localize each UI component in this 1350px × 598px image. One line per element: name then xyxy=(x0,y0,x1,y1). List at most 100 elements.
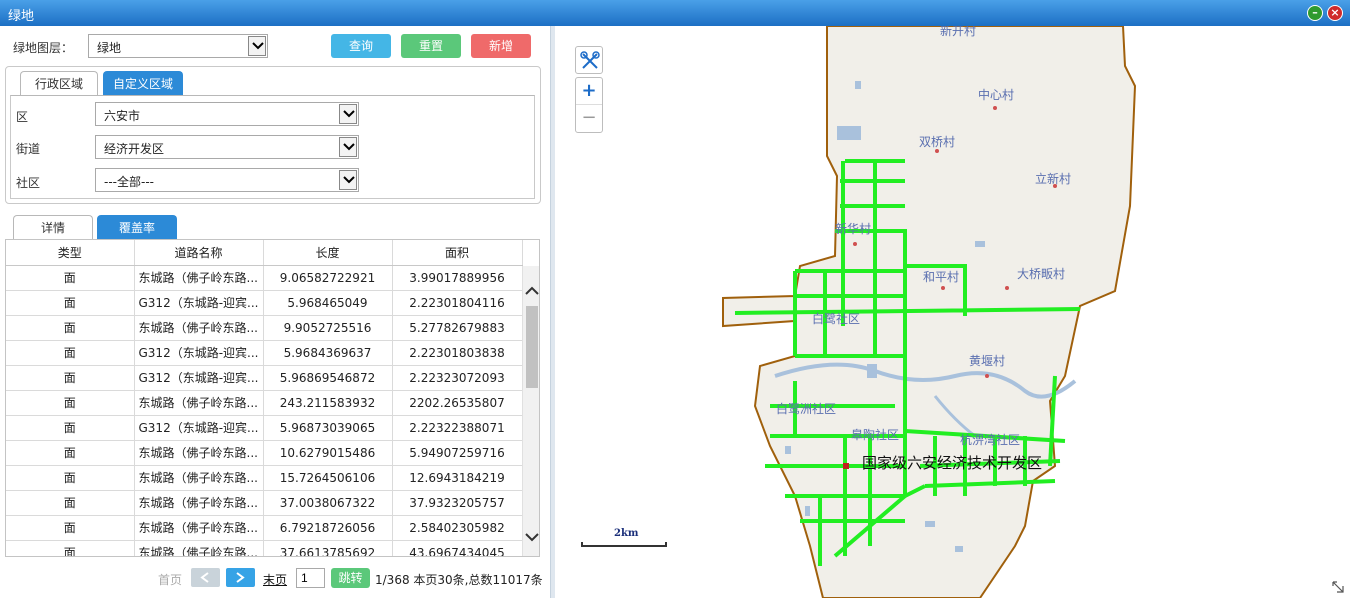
map-canvas xyxy=(722,26,1137,598)
tab-admin-region[interactable]: 行政区域 xyxy=(20,71,98,96)
table-body: 面东城路（佛子岭东路... 9.06582722921 3.99017889956 面… xyxy=(6,265,523,556)
row-type: 面 xyxy=(6,465,135,491)
scrollbar-thumb[interactable] xyxy=(526,306,538,388)
row-area: 12.6943184219 xyxy=(392,465,523,491)
row-road-name: G312（东城路-迎宾... xyxy=(134,340,264,366)
row-type: 面 xyxy=(6,515,135,541)
column-header-area[interactable]: 面积 xyxy=(392,240,523,266)
next-page-button[interactable] xyxy=(226,568,255,587)
tab-details[interactable]: 详情 xyxy=(13,215,93,240)
column-header-type[interactable]: 类型 xyxy=(6,240,135,266)
row-road-name: 东城路（佛子岭东路... xyxy=(134,490,264,516)
tab-custom-region[interactable]: 自定义区域 xyxy=(103,71,183,96)
zoom-control: + − xyxy=(575,77,603,133)
table-row[interactable]: 面 G312（东城路-迎宾... 5.96869546872 2.2232307209… xyxy=(6,365,523,391)
last-page-link[interactable]: 末页 xyxy=(263,571,287,588)
table-row[interactable]: 面东城路（佛子岭东路... 9.9052725516 5.27782679883 xyxy=(6,315,523,341)
query-button[interactable]: 查询 xyxy=(331,34,391,58)
table-row[interactable]: 面 G312（东城路-迎宾... 5.968465049 2.22301804116 xyxy=(6,290,523,316)
row-area: 5.94907259716 xyxy=(392,440,523,466)
row-length: 5.96873039065 xyxy=(263,415,393,441)
map-label-zhongxin: 中心村 xyxy=(978,88,1015,102)
tools-icon xyxy=(580,51,600,69)
row-road-name: 东城路（佛子岭东路... xyxy=(134,515,264,541)
street-select[interactable]: 经济开发区 xyxy=(95,135,359,159)
row-type: 面 xyxy=(6,440,135,466)
chevron-down-icon[interactable] xyxy=(523,528,539,546)
map-label-xinkai: 新开村 xyxy=(940,26,977,38)
column-header-road-name[interactable]: 道路名称 xyxy=(134,240,264,266)
table-row[interactable]: 面东城路（佛子岭东路... 9.06582722921 3.99017889956 xyxy=(6,265,523,291)
table-row[interactable]: 面东城路（佛子岭东路... 10.6279015486 5.94907259716 xyxy=(6,440,523,466)
zoom-in-button[interactable]: + xyxy=(576,78,602,105)
chevron-right-icon xyxy=(236,572,245,583)
map-view[interactable]: 新开村 中心村 双桥村 立新村 新华村 和平村 大桥畈村 白鹭社区 黄堰村 白鹭… xyxy=(555,26,1350,598)
map-label-bailuzhou: 白鹭洲社区 xyxy=(776,402,837,416)
district-select-value: 六安市 xyxy=(104,109,141,123)
layer-select[interactable]: 绿地 xyxy=(88,34,268,58)
row-road-name: G312（东城路-迎宾... xyxy=(134,415,264,441)
prev-page-button[interactable] xyxy=(191,568,220,587)
row-road-name: 东城路（佛子岭东路... xyxy=(134,265,264,291)
row-area: 37.9323205757 xyxy=(392,490,523,516)
district-select[interactable]: 六安市 xyxy=(95,102,359,126)
community-select[interactable]: ---全部--- xyxy=(95,168,359,192)
scale-bar: 2km xyxy=(581,526,669,548)
tab-coverage[interactable]: 覆盖率 xyxy=(97,215,177,240)
row-type: 面 xyxy=(6,315,135,341)
map-label-huangyan: 黄堰村 xyxy=(969,354,1006,368)
map-label-lixin: 立新村 xyxy=(1035,172,1072,186)
table-row[interactable]: 面东城路（佛子岭东路... 243.211583932 2202.26535807 xyxy=(6,390,523,416)
row-length: 9.06582722921 xyxy=(263,265,393,291)
row-length: 37.0038067322 xyxy=(263,490,393,516)
row-area: 2.22301804116 xyxy=(392,290,523,316)
resize-icon[interactable] xyxy=(1332,581,1344,593)
table-row[interactable]: 面东城路（佛子岭东路... 37.0038067322 37.9323205757 xyxy=(6,490,523,516)
row-length: 15.7264506106 xyxy=(263,465,393,491)
row-road-name: G312（东城路-迎宾... xyxy=(134,365,264,391)
row-type: 面 xyxy=(6,365,135,391)
map-label-dev-zone: 国家级六安经济技术开发区 xyxy=(862,454,1043,472)
minimize-icon[interactable]: – xyxy=(1307,5,1323,21)
row-length: 243.211583932 xyxy=(263,390,393,416)
row-area: 2.58402305982 xyxy=(392,515,523,541)
reset-button[interactable]: 重置 xyxy=(401,34,461,58)
row-length: 5.96869546872 xyxy=(263,365,393,391)
close-icon[interactable]: × xyxy=(1327,5,1343,21)
add-button[interactable]: 新增 xyxy=(471,34,531,58)
table-header-row: 类型 道路名称 长度 面积 xyxy=(6,240,523,266)
row-type: 面 xyxy=(6,340,135,366)
column-header-length[interactable]: 长度 xyxy=(263,240,393,266)
go-page-button[interactable]: 跳转 xyxy=(331,568,370,588)
chevron-down-icon xyxy=(339,137,357,157)
table-row[interactable]: 面 G312（东城路-迎宾... 5.96873039065 2.2232238807… xyxy=(6,415,523,441)
district-label: 区 xyxy=(16,110,29,124)
table-scrollbar[interactable] xyxy=(522,266,539,556)
pager: 首页 末页 跳转 1/368 本页30条,总数11017条 xyxy=(0,565,550,591)
table-row[interactable]: 面东城路（佛子岭东路... 15.7264506106 12.6943184219 xyxy=(6,465,523,491)
table-row[interactable]: 面东城路（佛子岭东路... 37.6613785692 43.6967434045 xyxy=(6,540,523,556)
window-titlebar: 绿地 – × xyxy=(0,0,1350,26)
table-row[interactable]: 面东城路（佛子岭东路... 6.79218726056 2.58402305982 xyxy=(6,515,523,541)
row-area: 2202.26535807 xyxy=(392,390,523,416)
page-number-input[interactable] xyxy=(296,568,325,588)
window-title: 绿地 xyxy=(8,9,35,24)
zoom-out-button[interactable]: − xyxy=(576,105,602,132)
results-table: 类型 道路名称 长度 面积 面东城路（佛子岭东路... 9.06582722921… xyxy=(6,240,523,556)
row-type: 面 xyxy=(6,540,135,556)
chevron-up-icon[interactable] xyxy=(523,282,539,300)
street-label: 街道 xyxy=(16,142,41,156)
row-type: 面 xyxy=(6,290,135,316)
row-area: 2.22323072093 xyxy=(392,365,523,391)
scale-label: 2km xyxy=(614,528,639,539)
tools-button[interactable] xyxy=(575,46,603,74)
row-area: 5.27782679883 xyxy=(392,315,523,341)
chevron-left-icon xyxy=(200,572,209,583)
map-label-gaotao: 皋陶社区 xyxy=(851,428,900,442)
row-length: 5.968465049 xyxy=(263,290,393,316)
table-row[interactable]: 面 G312（东城路-迎宾... 5.9684369637 2.22301803838 xyxy=(6,340,523,366)
first-page-link[interactable]: 首页 xyxy=(158,571,182,588)
map-label-heping: 和平村 xyxy=(923,270,960,284)
row-length: 6.79218726056 xyxy=(263,515,393,541)
chevron-down-icon xyxy=(248,36,266,56)
